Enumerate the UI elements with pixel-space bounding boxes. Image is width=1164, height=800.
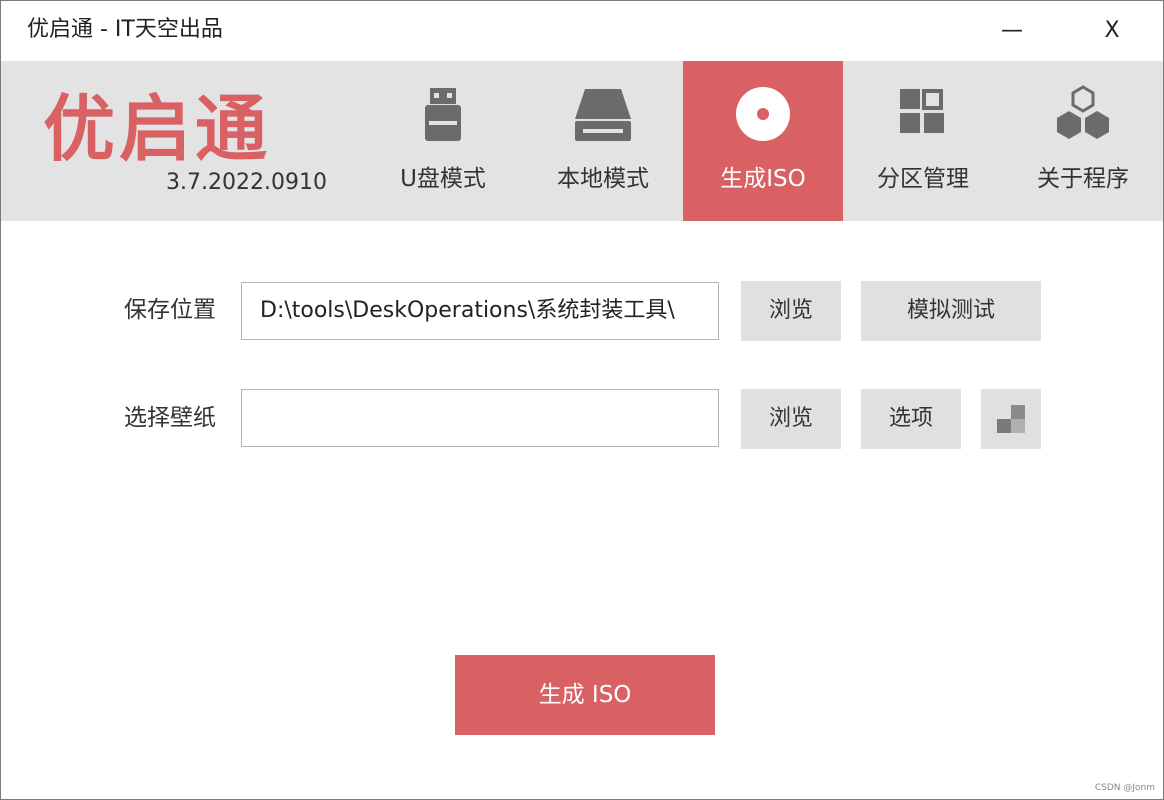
tab-about[interactable]: 关于程序 [1003, 61, 1163, 221]
tab-local-mode[interactable]: 本地模式 [523, 61, 683, 221]
wallpaper-preview-icon [997, 405, 1025, 433]
save-location-browse-button[interactable]: 浏览 [741, 281, 841, 341]
wallpaper-label: 选择壁纸 [124, 405, 216, 431]
tab-partition-manager-label: 分区管理 [877, 166, 969, 192]
wallpaper-input[interactable] [241, 389, 719, 447]
tab-generate-iso-label: 生成ISO [720, 166, 806, 192]
app-window: 优启通 - IT天空出品 — X 优启通 3.7.2022.0910 U盘模式 … [0, 0, 1164, 800]
usb-drive-icon [425, 88, 461, 141]
save-location-label: 保存位置 [124, 297, 216, 323]
tab-usb-mode[interactable]: U盘模式 [363, 61, 523, 221]
tab-local-mode-label: 本地模式 [557, 166, 649, 192]
minimize-button[interactable]: — [987, 11, 1037, 51]
tab-about-label: 关于程序 [1037, 166, 1129, 192]
watermark: CSDN @Jonm [1094, 783, 1155, 793]
tab-partition-manager[interactable]: 分区管理 [843, 61, 1003, 221]
disc-icon [736, 87, 790, 141]
hard-disk-icon [575, 89, 631, 141]
tab-usb-mode-label: U盘模式 [400, 166, 486, 192]
app-logo: 优启通 [43, 87, 272, 171]
wallpaper-preview-button[interactable] [981, 389, 1041, 449]
wallpaper-options-button[interactable]: 选项 [861, 389, 961, 449]
hexagons-icon [1057, 85, 1109, 139]
generate-iso-button[interactable]: 生成 ISO [455, 655, 715, 735]
tab-generate-iso[interactable]: 生成ISO [683, 61, 843, 221]
save-location-input[interactable]: D:\tools\DeskOperations\系统封装工具\ [241, 282, 719, 340]
wallpaper-browse-button[interactable]: 浏览 [741, 389, 841, 449]
close-button[interactable]: X [1087, 11, 1137, 51]
window-title: 优启通 - IT天空出品 [27, 17, 223, 42]
partition-grid-icon [900, 89, 944, 133]
title-bar: 优启通 - IT天空出品 — X [1, 1, 1163, 61]
simulate-test-button[interactable]: 模拟测试 [861, 281, 1041, 341]
version-label: 3.7.2022.0910 [166, 170, 327, 195]
